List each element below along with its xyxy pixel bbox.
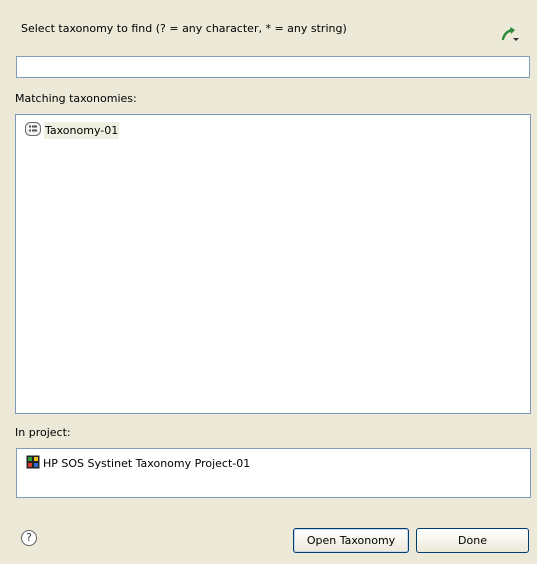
list-item[interactable]: Taxonomy-01 [25, 120, 120, 140]
project-icon [26, 455, 40, 472]
search-prompt: Select taxonomy to find (? = any charact… [21, 22, 347, 35]
matching-taxonomies-list[interactable]: Taxonomy-01 [15, 114, 531, 414]
matching-label: Matching taxonomies: [15, 92, 137, 105]
search-input[interactable] [16, 56, 530, 78]
in-project-label: In project: [15, 426, 71, 439]
open-taxonomy-button[interactable]: Open Taxonomy [293, 528, 409, 553]
done-button[interactable]: Done [416, 528, 529, 553]
taxonomy-icon [25, 121, 41, 139]
list-item-label: Taxonomy-01 [44, 121, 120, 139]
view-menu-icon[interactable] [499, 24, 521, 44]
in-project-list[interactable]: HP SOS Systinet Taxonomy Project-01 [16, 448, 531, 498]
list-item[interactable]: HP SOS Systinet Taxonomy Project-01 [26, 455, 250, 471]
help-icon[interactable]: ? [21, 530, 37, 546]
taxonomy-search-dialog: Select taxonomy to find (? = any charact… [0, 0, 537, 564]
dialog-header: Select taxonomy to find (? = any charact… [0, 0, 537, 52]
list-item-label: HP SOS Systinet Taxonomy Project-01 [43, 456, 251, 470]
